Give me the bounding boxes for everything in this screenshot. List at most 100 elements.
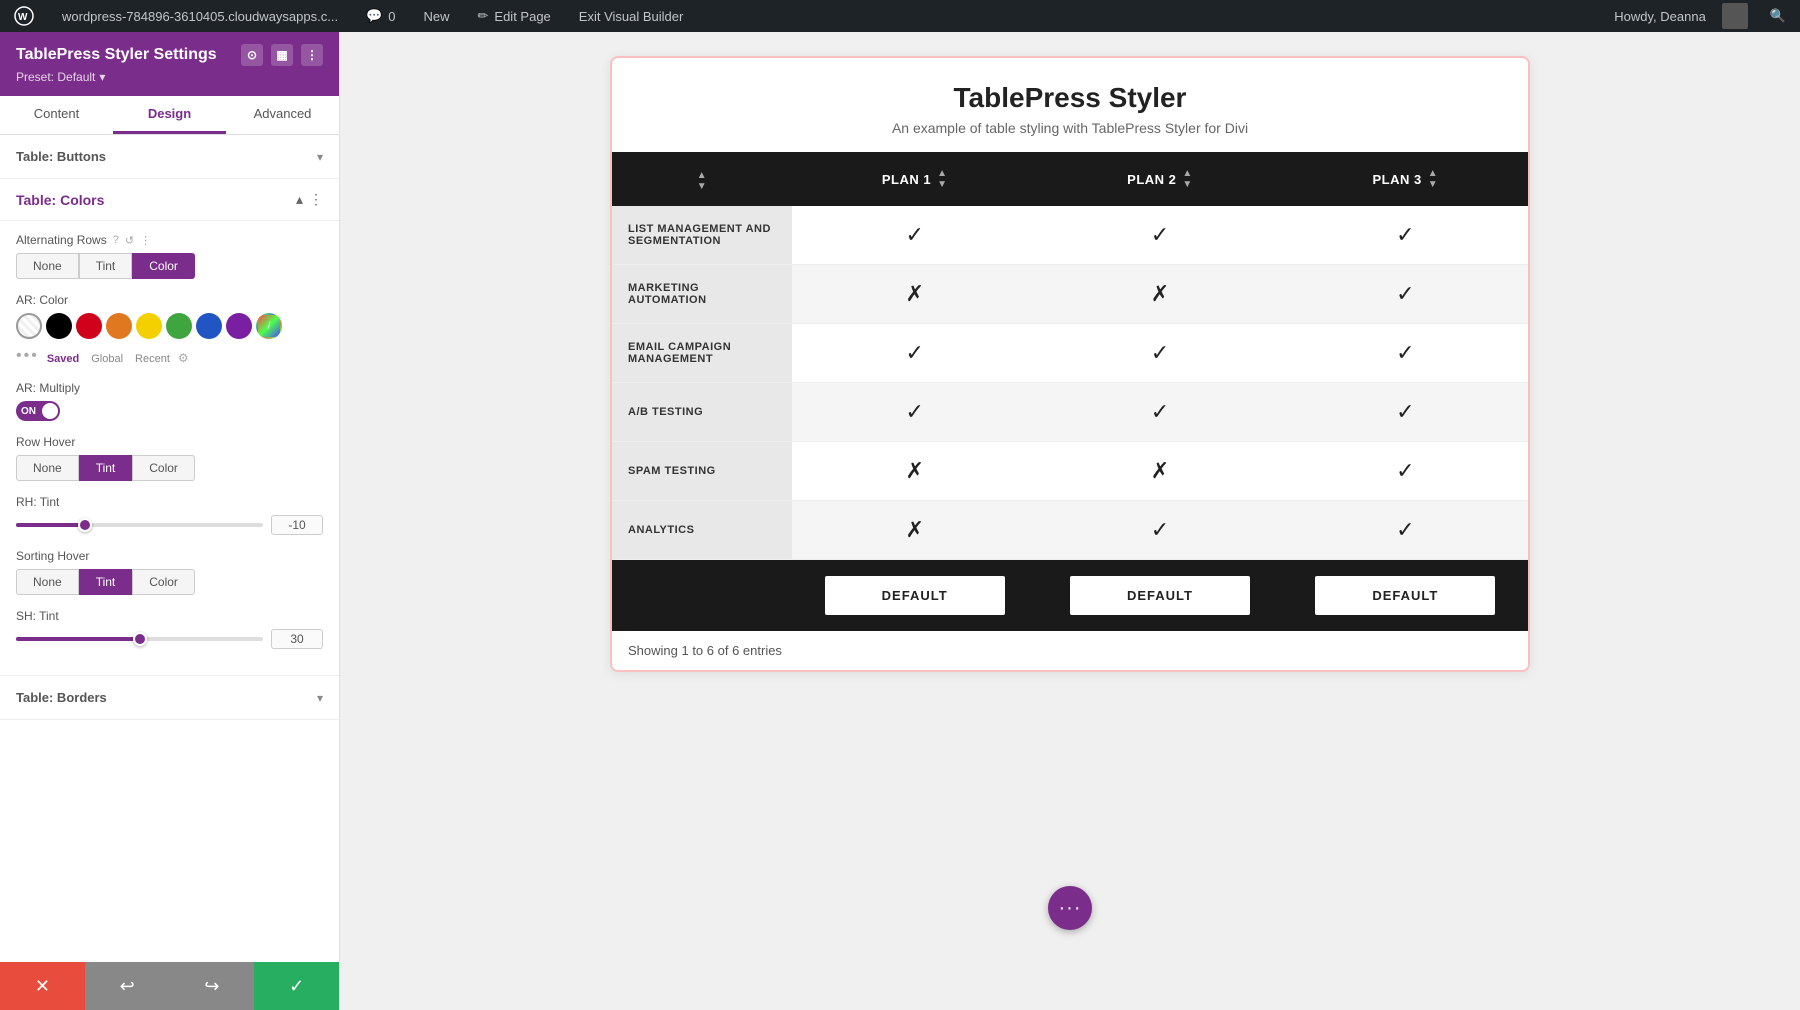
- redo-button[interactable]: ↪: [170, 962, 255, 1010]
- sort-icon-plan2[interactable]: ▲▼: [1182, 168, 1192, 190]
- row-hover-color[interactable]: Color: [132, 455, 195, 481]
- table-buttons-chevron-icon: ▾: [317, 150, 323, 164]
- col-sort-feature: ▲▼: [697, 170, 707, 192]
- new-label: New: [423, 9, 449, 24]
- color-gear-icon[interactable]: ⚙: [178, 351, 189, 367]
- check-icon: ✓: [1396, 340, 1414, 365]
- more-swatches-icon[interactable]: •••: [16, 347, 39, 365]
- redo-icon: ↪: [204, 976, 219, 997]
- default-button-plan1[interactable]: DEFAULT: [825, 576, 1005, 615]
- color-swatch-custom[interactable]: [16, 313, 42, 339]
- col-sort-plan3: PLAN 3 ▲▼: [1373, 168, 1439, 190]
- ar-multiply-toggle[interactable]: ON: [16, 401, 60, 421]
- alternating-rows-color[interactable]: Color: [132, 253, 195, 279]
- search-icon[interactable]: 🔍: [1764, 4, 1792, 28]
- comments-item[interactable]: 💬 0: [360, 4, 401, 28]
- tab-design[interactable]: Design: [113, 96, 226, 134]
- color-swatch-green[interactable]: [166, 313, 192, 339]
- preset-selector[interactable]: Preset: Default ▾: [16, 70, 323, 84]
- new-item[interactable]: New: [417, 5, 455, 28]
- col-sort-plan1: PLAN 1 ▲▼: [882, 168, 948, 190]
- check-icon: ✓: [1151, 222, 1169, 247]
- sidebar-title: TablePress Styler Settings: [16, 46, 217, 64]
- color-swatch-yellow[interactable]: [136, 313, 162, 339]
- ar-color-label: AR: Color: [16, 293, 323, 307]
- color-swatch-eyedropper[interactable]: /: [256, 313, 282, 339]
- sorting-hover-color[interactable]: Color: [132, 569, 195, 595]
- collapse-icon[interactable]: ▴: [296, 191, 303, 208]
- default-button-plan3[interactable]: DEFAULT: [1315, 576, 1495, 615]
- plan1-label: PLAN 1: [882, 172, 931, 187]
- rh-tint-value[interactable]: -10: [271, 515, 323, 535]
- tab-advanced[interactable]: Advanced: [226, 96, 339, 134]
- feature-cell: MARKETING AUTOMATION: [612, 265, 792, 324]
- toggle-on-label: ON: [21, 406, 36, 417]
- plan1-cell-row5: ✗: [792, 501, 1037, 560]
- exit-builder-item[interactable]: Exit Visual Builder: [573, 5, 690, 28]
- more-options-icon[interactable]: ⋮: [301, 44, 323, 66]
- row-hover-tint[interactable]: Tint: [79, 455, 133, 481]
- rh-tint-slider[interactable]: [16, 523, 263, 527]
- tab-content[interactable]: Content: [0, 96, 113, 134]
- more-icon[interactable]: ⋮: [140, 234, 151, 247]
- footer-plan2-cell: DEFAULT: [1037, 560, 1282, 632]
- save-button[interactable]: ✓: [254, 962, 339, 1010]
- color-swatch-orange[interactable]: [106, 313, 132, 339]
- check-icon: ✓: [1151, 399, 1169, 424]
- row-hover-none[interactable]: None: [16, 455, 79, 481]
- rh-tint-slider-fill: [16, 523, 85, 527]
- help-icon[interactable]: ?: [113, 234, 119, 246]
- sh-tint-slider[interactable]: [16, 637, 263, 641]
- table-colors-icons: ▴ ⋮: [296, 191, 323, 208]
- rh-tint-slider-thumb[interactable]: [78, 518, 92, 532]
- sort-icon-plan3[interactable]: ▲▼: [1428, 168, 1438, 190]
- site-name-item[interactable]: wordpress-784896-3610405.cloudwaysapps.c…: [56, 5, 344, 28]
- color-tab-saved[interactable]: Saved: [43, 351, 83, 367]
- reset-icon[interactable]: ↺: [125, 234, 134, 247]
- alternating-rows-setting: Alternating Rows ? ↺ ⋮ None Tint Color: [16, 233, 323, 279]
- check-icon: ✓: [1151, 340, 1169, 365]
- color-swatch-red[interactable]: [76, 313, 102, 339]
- color-swatch-purple[interactable]: [226, 313, 252, 339]
- row-hover-options: None Tint Color: [16, 455, 323, 481]
- sorting-hover-tint[interactable]: Tint: [79, 569, 133, 595]
- default-button-plan2[interactable]: DEFAULT: [1070, 576, 1250, 615]
- table-subtitle: An example of table styling with TablePr…: [636, 120, 1504, 136]
- settings-icon[interactable]: ⊙: [241, 44, 263, 66]
- fab-button[interactable]: ···: [1048, 886, 1092, 930]
- color-swatch-blue[interactable]: [196, 313, 222, 339]
- layout-icon[interactable]: ▦: [271, 44, 293, 66]
- cancel-button[interactable]: ✕: [0, 962, 85, 1010]
- feature-cell: A/B TESTING: [612, 383, 792, 442]
- sort-icon-feature[interactable]: ▲▼: [697, 170, 707, 192]
- sh-tint-slider-row: 30: [16, 629, 323, 649]
- sh-tint-label: SH: Tint: [16, 609, 323, 623]
- color-tab-global[interactable]: Global: [87, 351, 127, 367]
- avatar[interactable]: [1722, 3, 1748, 29]
- color-swatch-black[interactable]: [46, 313, 72, 339]
- sh-tint-slider-thumb[interactable]: [133, 632, 147, 646]
- fab-icon: ···: [1059, 897, 1082, 920]
- sort-icon-plan1[interactable]: ▲▼: [937, 168, 947, 190]
- undo-button[interactable]: ↩: [85, 962, 170, 1010]
- table-row: MARKETING AUTOMATION✗✗✓: [612, 265, 1528, 324]
- plan2-cell-row0: ✓: [1037, 206, 1282, 265]
- sorting-hover-none[interactable]: None: [16, 569, 79, 595]
- sh-tint-setting: SH: Tint 30: [16, 609, 323, 649]
- table-colors-more-icon[interactable]: ⋮: [309, 191, 323, 208]
- plan3-cell-row1: ✓: [1283, 265, 1528, 324]
- sh-tint-value[interactable]: 30: [271, 629, 323, 649]
- footer-plan3-cell: DEFAULT: [1283, 560, 1528, 632]
- preset-chevron-icon: ▾: [99, 70, 105, 84]
- table-buttons-section[interactable]: Table: Buttons ▾: [0, 135, 339, 179]
- alternating-rows-tint[interactable]: Tint: [79, 253, 133, 279]
- alternating-rows-none[interactable]: None: [16, 253, 79, 279]
- sorting-hover-setting: Sorting Hover None Tint Color: [16, 549, 323, 595]
- edit-page-item[interactable]: ✏ Edit Page: [472, 4, 557, 28]
- table-footer-note: Showing 1 to 6 of 6 entries: [612, 631, 1528, 670]
- color-swatches-row: /: [16, 313, 323, 339]
- table-borders-section[interactable]: Table: Borders ▾: [0, 676, 339, 720]
- check-icon: ✓: [1396, 222, 1414, 247]
- color-tab-recent[interactable]: Recent: [131, 351, 174, 367]
- wp-logo-item[interactable]: W: [8, 2, 40, 30]
